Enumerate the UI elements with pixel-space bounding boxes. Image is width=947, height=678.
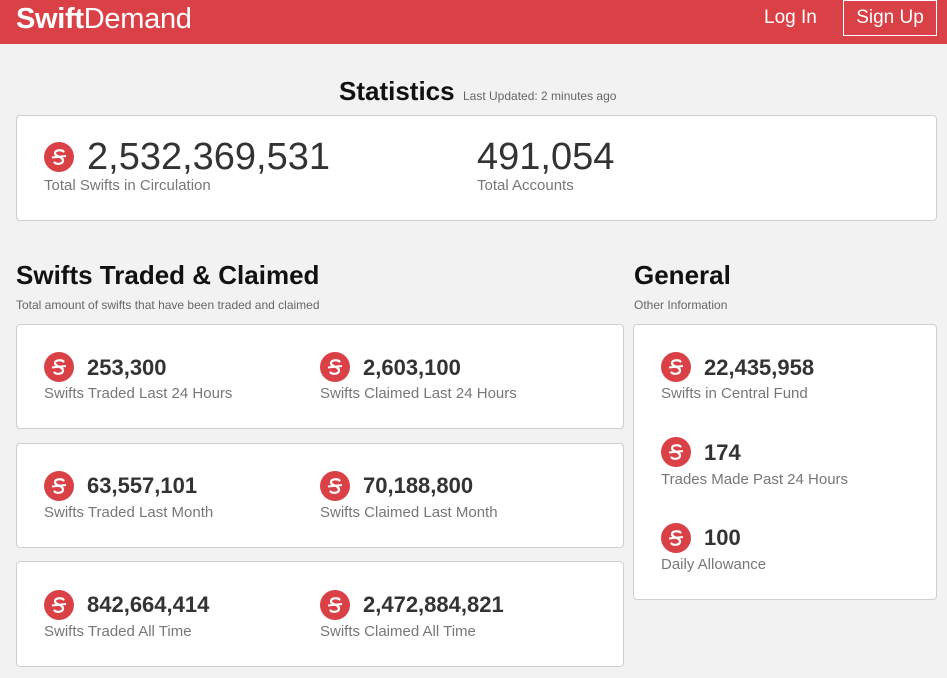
central-fund-value: 22,435,958 xyxy=(704,355,815,380)
traded-claimed-title: Swifts Traded & Claimed xyxy=(16,260,320,290)
swift-coin-icon xyxy=(320,352,350,382)
traded-claimed-subtitle: Total amount of swifts that have been tr… xyxy=(16,298,320,312)
stat-label: Swifts Traded Last 24 Hours xyxy=(44,385,233,402)
traded-claimed-card-24h: 253,300 Swifts Traded Last 24 Hours 2,60… xyxy=(16,324,624,429)
sign-up-button[interactable]: Sign Up xyxy=(843,0,937,36)
logo-light-text: Demand xyxy=(83,3,192,35)
swift-coin-icon xyxy=(44,142,74,172)
stat-label: Swifts Claimed All Time xyxy=(320,623,476,640)
stat-value: 842,664,414 xyxy=(87,592,210,617)
trades-made-label: Trades Made Past 24 Hours xyxy=(661,471,849,488)
stat-value: 63,557,101 xyxy=(87,473,198,498)
swift-coin-icon xyxy=(320,590,350,620)
total-swifts-value: 2,532,369,531 xyxy=(87,136,331,178)
swift-coin-icon xyxy=(44,590,74,620)
stat-value: 2,472,884,821 xyxy=(363,592,504,617)
swift-coin-icon xyxy=(661,437,691,467)
general-subtitle: Other Information xyxy=(634,298,728,312)
top-navbar: SwiftDemand Log In Sign Up xyxy=(0,0,947,44)
daily-allowance-value: 100 xyxy=(704,525,741,550)
total-accounts-value: 491,054 xyxy=(477,136,615,178)
central-fund-label: Swifts in Central Fund xyxy=(661,385,808,402)
stat-label: Swifts Traded All Time xyxy=(44,623,192,640)
statistics-card: 2,532,369,531 Total Swifts in Circulatio… xyxy=(16,115,937,221)
stat-value: 253,300 xyxy=(87,355,167,380)
traded-claimed-card-all-time: 842,664,414 Swifts Traded All Time 2,472… xyxy=(16,561,624,667)
stat-value: 2,603,100 xyxy=(363,355,461,380)
last-updated-text: Last Updated: 2 minutes ago xyxy=(463,89,617,103)
logo-bold-text: Swift xyxy=(16,3,84,35)
traded-claimed-card-month: 63,557,101 Swifts Traded Last Month 70,1… xyxy=(16,443,624,548)
swift-coin-icon xyxy=(44,352,74,382)
daily-allowance-label: Daily Allowance xyxy=(661,556,767,573)
log-in-link[interactable]: Log In xyxy=(764,8,817,28)
stat-label: Swifts Claimed Last 24 Hours xyxy=(320,385,517,402)
total-swifts-label: Total Swifts in Circulation xyxy=(44,177,211,194)
general-card: 22,435,958 Swifts in Central Fund 174 Tr… xyxy=(633,324,937,600)
trades-made-value: 174 xyxy=(704,440,741,465)
statistics-title: Statistics xyxy=(339,76,455,106)
swift-coin-icon xyxy=(44,471,74,501)
swift-coin-icon xyxy=(661,352,691,382)
stat-value: 70,188,800 xyxy=(363,473,474,498)
stat-label: Swifts Claimed Last Month xyxy=(320,504,498,521)
total-accounts-label: Total Accounts xyxy=(477,177,574,194)
swift-coin-icon xyxy=(320,471,350,501)
stat-label: Swifts Traded Last Month xyxy=(44,504,214,521)
swift-coin-icon xyxy=(661,523,691,553)
swiftdemand-logo[interactable]: SwiftDemand xyxy=(16,4,192,34)
general-title: General xyxy=(634,260,731,290)
